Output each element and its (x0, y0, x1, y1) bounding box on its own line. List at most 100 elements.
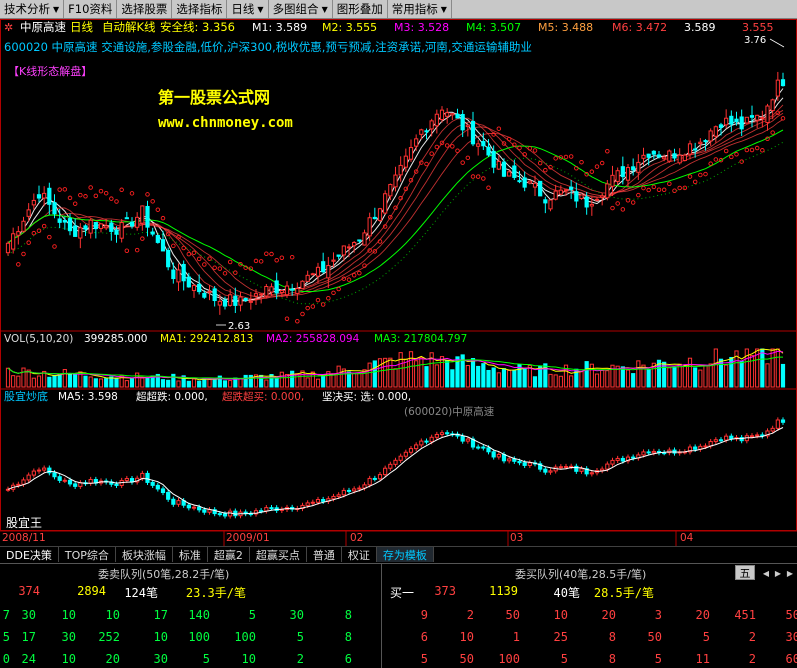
candle-body (775, 79, 780, 97)
menu-overlay[interactable]: 图形叠加 (333, 0, 388, 18)
stock-chart[interactable]: ✲ 中原高速 日线 自动解K线 安全线: 3.356 M1: 3.589 M2:… (0, 19, 797, 546)
chart-border (0, 19, 797, 531)
lower-bar (403, 451, 408, 457)
vol-ma3: MA3: 217804.797 (374, 333, 467, 345)
lower-bar (310, 501, 315, 504)
lower-bar (393, 459, 398, 465)
volume-bar (713, 348, 718, 388)
lower-bar (352, 488, 357, 492)
candle-body (197, 283, 202, 293)
menu-select-indicator[interactable]: 选择指标 (172, 0, 228, 18)
sar-dot (72, 201, 78, 206)
lower-bar (501, 454, 507, 462)
tab-standard[interactable]: 标准 (173, 547, 208, 562)
lower-bar (445, 432, 450, 435)
volume-bar (491, 367, 496, 388)
sar-dot (155, 207, 161, 212)
lower-bar (527, 462, 532, 466)
lower-bar (357, 487, 362, 490)
sar-dot (589, 169, 595, 174)
lower-bar (398, 455, 403, 461)
candle-body (352, 241, 357, 247)
tab-chaoying-buy[interactable]: 超赢买点 (250, 547, 307, 562)
ma-line (7, 112, 784, 298)
sar-dot (594, 164, 600, 169)
sar-dot (630, 200, 636, 205)
volume-bar (465, 364, 470, 388)
vol-ma1: MA1: 292412.813 (160, 333, 253, 345)
volume-bar (11, 375, 16, 388)
lower-bar (770, 427, 775, 432)
tab-sector-gain[interactable]: 板块涨幅 (116, 547, 173, 562)
lower-bar (460, 435, 465, 442)
tab-normal[interactable]: 普通 (307, 547, 342, 562)
volume-bar (558, 375, 563, 388)
candle-body (36, 194, 42, 199)
candle-body (486, 146, 491, 156)
panel-divider (381, 564, 382, 668)
lower-bar (202, 509, 207, 513)
candle-body (605, 183, 610, 199)
candle-body (73, 225, 78, 237)
sar-dot (181, 245, 186, 251)
sar-dot (93, 193, 99, 199)
candle-body (31, 199, 36, 206)
x-tick-label: 03 (510, 532, 523, 544)
sar-dot (129, 191, 135, 196)
candle-body (419, 129, 424, 135)
volume-bar (569, 375, 574, 388)
menu-select-stock[interactable]: 选择股票 (117, 0, 173, 18)
candle-body (290, 288, 295, 291)
menu-daily[interactable]: 日线 ▼ (227, 0, 269, 18)
volume-bar (548, 373, 553, 388)
candle-body (104, 225, 109, 229)
tab-chaoying2[interactable]: 超赢2 (208, 547, 250, 562)
volume-bar (631, 373, 636, 388)
menu-technical-analysis[interactable]: 技术分析 ▼ (0, 0, 65, 18)
volume-bar (507, 369, 512, 388)
candle-body (780, 79, 786, 87)
lower-bar (620, 457, 625, 462)
sar-dot (754, 145, 760, 151)
candle-body (579, 194, 584, 199)
candle-body (538, 180, 543, 197)
lower-bar (67, 479, 73, 485)
volume-bar (67, 372, 73, 388)
candle-body (662, 156, 667, 160)
lower-bar (377, 474, 383, 480)
sar-dot (227, 259, 233, 265)
sell-queue-cell: 30 (61, 630, 76, 644)
candle-body (460, 113, 465, 131)
volume-bar (625, 369, 631, 388)
lower-bar (140, 472, 145, 479)
candle-body (641, 154, 646, 159)
sell-queue-cell: 8 (344, 608, 352, 622)
tab-top[interactable]: TOP综合 (59, 547, 116, 562)
sar-dot (315, 297, 321, 303)
volume-bar (377, 358, 383, 388)
candle-body (672, 153, 677, 159)
volume-bar (57, 373, 62, 388)
candle-body (631, 166, 636, 171)
menu-multi-chart[interactable]: 多图组合 ▼ (269, 0, 333, 18)
candle-body (150, 231, 155, 235)
sar-dot (140, 236, 145, 241)
tab-dde[interactable]: DDE决策 (0, 547, 59, 562)
volume-bar (594, 373, 600, 388)
page-button[interactable]: 五 (735, 565, 755, 580)
scroll-end-icon[interactable]: ▶ (784, 567, 796, 579)
lower-bar (465, 438, 470, 442)
tab-warrant[interactable]: 权证 (342, 547, 377, 562)
menu-common-indicator[interactable]: 常用指标 ▼ (388, 0, 452, 18)
candle-body (656, 154, 662, 158)
menu-f10[interactable]: F10资料 (64, 0, 118, 18)
tab-save-template[interactable]: 存为模板 (376, 547, 434, 562)
buy-queue-cell: 6 (420, 630, 428, 644)
scroll-right-icon[interactable]: ▶ (772, 567, 784, 579)
sar-dot (615, 201, 620, 206)
kline-label: 【K线形态解盘】 (8, 64, 92, 78)
candle-body (212, 288, 217, 302)
scroll-left-icon[interactable]: ◀ (760, 567, 772, 579)
candle-body (222, 299, 228, 307)
settings-icon[interactable]: ✲ (4, 21, 13, 34)
